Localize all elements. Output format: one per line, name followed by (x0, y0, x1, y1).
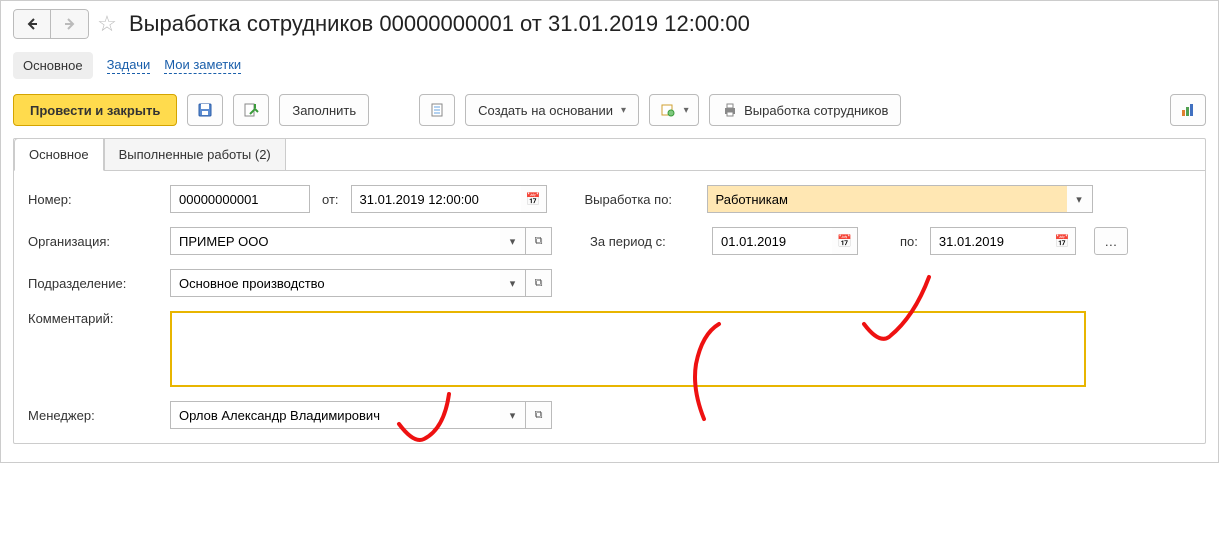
print-report-button[interactable]: Выработка сотрудников (709, 94, 901, 126)
calendar-icon[interactable] (832, 227, 858, 255)
manager-label: Менеджер: (28, 408, 158, 423)
comment-textarea[interactable] (170, 311, 1086, 387)
structure-button[interactable] (419, 94, 455, 126)
calendar-icon[interactable] (1050, 227, 1076, 255)
create-based-on-button[interactable]: Создать на основании ▾ (465, 94, 639, 126)
org-input[interactable] (170, 227, 500, 255)
navtab-tasks[interactable]: Задачи (107, 57, 151, 74)
period-from-input[interactable] (712, 227, 832, 255)
dropdown-icon[interactable] (500, 269, 526, 297)
date-input[interactable] (351, 185, 521, 213)
create-based-on-label: Создать на основании (478, 103, 613, 118)
period-to-label: по: (900, 234, 918, 249)
period-ellipsis-button[interactable]: … (1094, 227, 1128, 255)
back-button[interactable] (13, 9, 51, 39)
navtab-notes[interactable]: Мои заметки (164, 57, 241, 74)
favorite-star-icon[interactable]: ☆ (95, 12, 119, 36)
tab-main[interactable]: Основное (14, 138, 104, 171)
page-title: Выработка сотрудников 00000000001 от 31.… (129, 11, 750, 37)
period-from-label: За период с: (590, 234, 700, 249)
dropdown-icon[interactable] (500, 227, 526, 255)
chevron-down-icon: ▾ (684, 105, 689, 116)
period-to-input[interactable] (930, 227, 1050, 255)
vyabotka-po-select[interactable] (707, 185, 1067, 213)
forward-button[interactable] (51, 9, 89, 39)
navtab-main[interactable]: Основное (13, 52, 93, 79)
print-report-label: Выработка сотрудников (744, 103, 888, 118)
open-icon[interactable] (526, 227, 552, 255)
manager-input[interactable] (170, 401, 500, 429)
from-label: от: (322, 192, 339, 207)
open-icon[interactable] (526, 401, 552, 429)
calendar-icon[interactable] (521, 185, 547, 213)
tab-done-work[interactable]: Выполненные работы (2) (104, 138, 286, 171)
number-input[interactable] (170, 185, 310, 213)
open-icon[interactable] (526, 269, 552, 297)
dept-input[interactable] (170, 269, 500, 297)
vyabotka-po-label: Выработка по: (585, 192, 695, 207)
save-button[interactable] (187, 94, 223, 126)
dropdown-icon[interactable] (500, 401, 526, 429)
org-label: Организация: (28, 234, 158, 249)
post-and-close-button[interactable]: Провести и закрыть (13, 94, 177, 126)
fill-button[interactable]: Заполнить (279, 94, 369, 126)
chevron-down-icon: ▾ (621, 105, 626, 116)
number-label: Номер: (28, 192, 158, 207)
post-button[interactable] (233, 94, 269, 126)
attachments-button[interactable]: ▾ (649, 94, 699, 126)
reports-button[interactable] (1170, 94, 1206, 126)
dept-label: Подразделение: (28, 276, 158, 291)
dropdown-icon[interactable] (1067, 185, 1093, 213)
comment-label: Комментарий: (28, 311, 158, 326)
